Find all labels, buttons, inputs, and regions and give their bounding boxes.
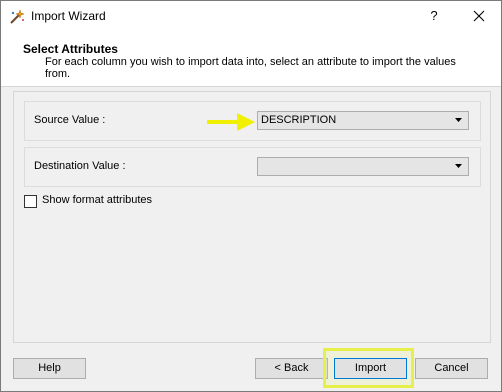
show-format-attributes-label: Show format attributes (42, 194, 153, 206)
destination-value-select[interactable] (257, 157, 469, 176)
show-format-attributes-checkbox[interactable] (24, 195, 37, 208)
source-value-selected: DESCRIPTION (261, 114, 337, 126)
window-title: Import Wizard (31, 9, 106, 23)
help-question-button[interactable]: ? (419, 3, 449, 29)
wizard-header: Select Attributes For each column you wi… (1, 32, 501, 87)
page-title: Select Attributes (23, 42, 118, 56)
source-value-group: Source Value : DESCRIPTION (24, 101, 481, 141)
source-value-label: Source Value : (34, 114, 106, 126)
page-description: For each column you wish to import data … (45, 56, 456, 80)
yellow-arrow-annotation (207, 113, 255, 131)
back-button[interactable]: < Back (255, 358, 328, 379)
attributes-panel: Source Value : DESCRIPTION Destination V… (13, 91, 491, 343)
wizard-wand-icon (10, 9, 25, 24)
destination-value-label: Destination Value : (34, 160, 126, 172)
chevron-down-icon (455, 164, 462, 168)
close-button[interactable] (461, 3, 497, 29)
close-icon (473, 10, 485, 22)
destination-value-group: Destination Value : (24, 147, 481, 187)
source-value-select[interactable]: DESCRIPTION (257, 111, 469, 130)
cancel-button[interactable]: Cancel (415, 358, 488, 379)
title-bar: Import Wizard ? (1, 1, 501, 32)
chevron-down-icon (455, 118, 462, 122)
import-button[interactable]: Import (334, 358, 407, 379)
import-wizard-dialog: Import Wizard ? Select Attributes For ea… (0, 0, 502, 392)
help-button[interactable]: Help (13, 358, 86, 379)
